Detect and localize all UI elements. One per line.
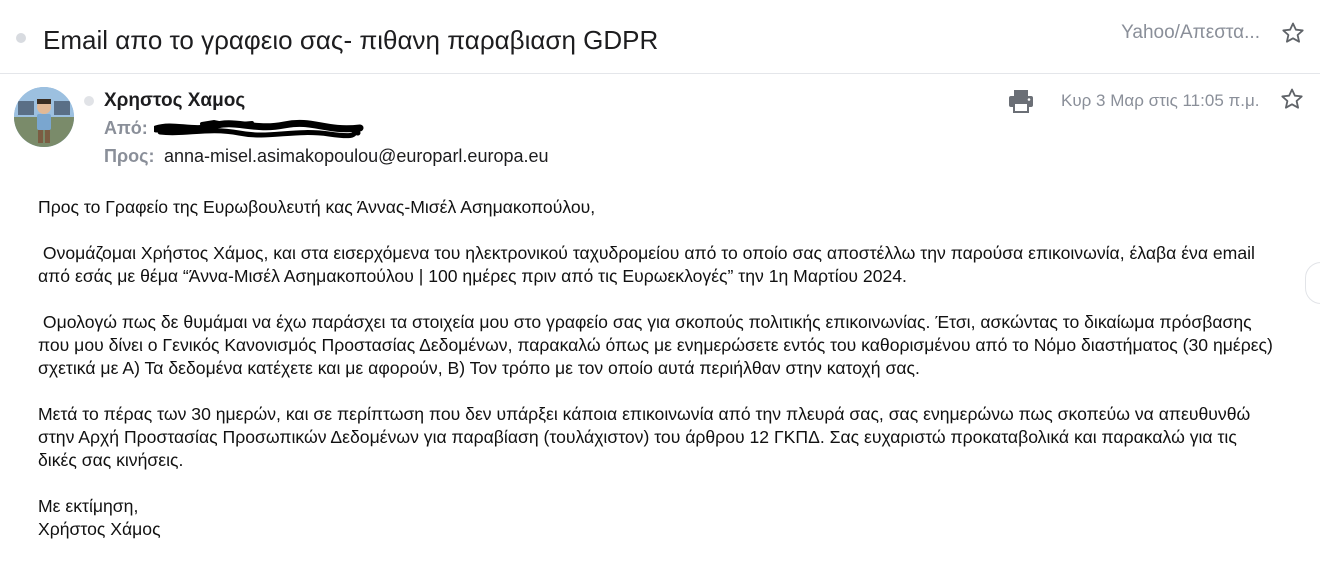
printer-icon[interactable] — [1008, 89, 1034, 113]
message-timestamp: Κυρ 3 Μαρ στις 11:05 π.μ. — [1061, 91, 1260, 110]
body-paragraph: Ομολογώ πως δε θυμάμαι να έχω παράσχει τ… — [38, 312, 1278, 378]
email-subject: Email απο το γραφειο σας- πιθανη παραβια… — [43, 25, 659, 55]
greeting: Προς το Γραφείο της Ευρωβουλευτή κας Άνν… — [38, 197, 596, 217]
star-icon[interactable] — [1280, 87, 1304, 111]
redacted-sender-address — [154, 117, 364, 141]
unread-dot-icon[interactable] — [16, 33, 26, 43]
avatar[interactable] — [14, 87, 74, 147]
body-paragraph: Ονομάζομαι Χρήστος Χάμος, και στα εισερχ… — [38, 243, 1260, 286]
signature: Χρήστος Χάμος — [38, 519, 161, 539]
status-dot-icon — [84, 96, 94, 106]
to-label: Προς: — [104, 146, 155, 166]
subject-bar: Email απο το γραφειο σας- πιθανη παραβια… — [0, 0, 1320, 74]
recipient-address[interactable]: anna-misel.asimakopoulou@europarl.europa… — [164, 146, 549, 167]
star-icon[interactable] — [1281, 21, 1305, 45]
next-message-handle[interactable] — [1305, 262, 1320, 304]
email-body: Προς το Γραφείο της Ευρωβουλευτή κας Άνν… — [38, 196, 1278, 541]
body-paragraph: Μετά το πέρας των 30 ημερών, και σε περί… — [38, 404, 1251, 470]
closing: Με εκτίμηση, — [38, 496, 139, 516]
sender-name[interactable]: Χρηστος Χαμος — [104, 90, 245, 112]
from-label: Από: — [104, 118, 148, 138]
folder-label[interactable]: Yahoo/Απεστα... — [1121, 22, 1260, 44]
